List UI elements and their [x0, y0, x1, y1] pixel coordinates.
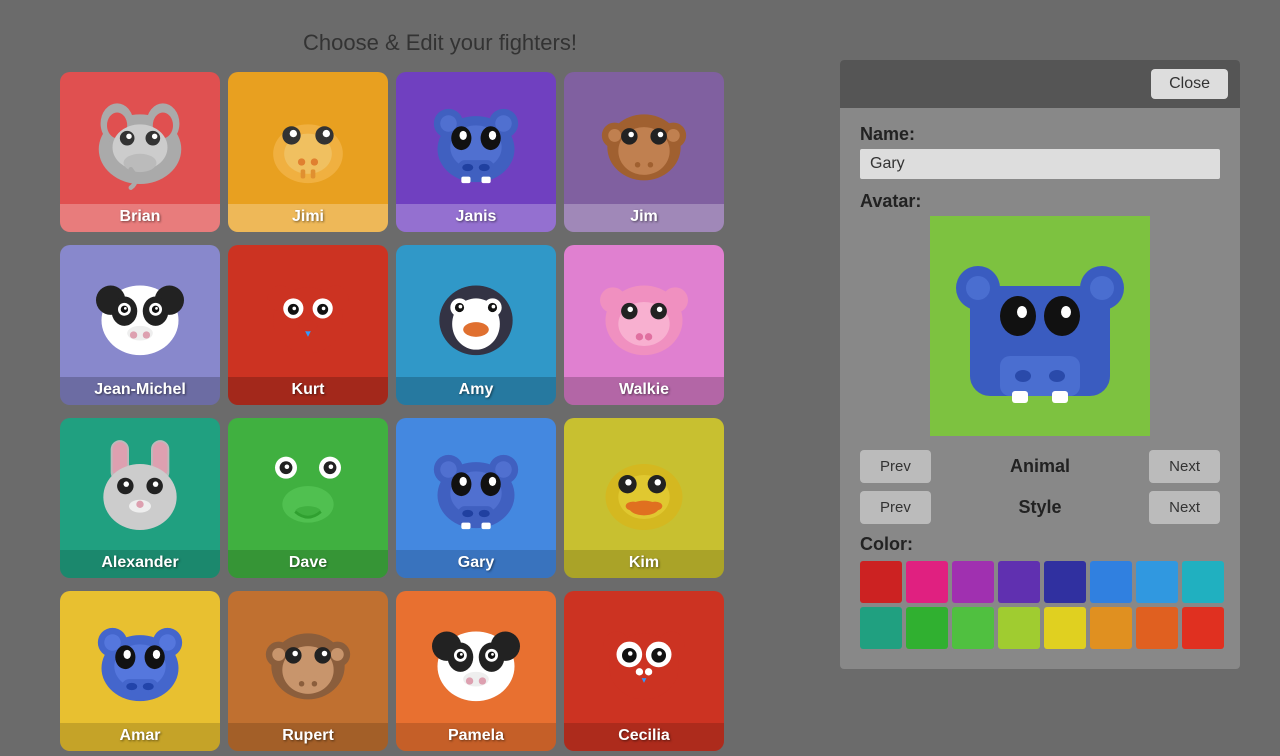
fighter-avatar — [248, 426, 368, 546]
style-nav-label: Style — [931, 497, 1149, 518]
fighter-name: Alexander — [60, 550, 220, 578]
fighter-avatar — [80, 80, 200, 200]
animal-prev-button[interactable]: Prev — [860, 450, 931, 483]
color-swatch-9[interactable] — [906, 607, 948, 649]
fighter-card-amy[interactable]: Amy — [396, 245, 556, 405]
color-swatch-15[interactable] — [1182, 607, 1224, 649]
fighter-card-brian[interactable]: Brian — [60, 72, 220, 232]
fighter-name: Kurt — [228, 377, 388, 405]
fighter-name: Jimi — [228, 204, 388, 232]
fighter-avatar — [584, 253, 704, 373]
page-title: Choose & Edit your fighters! — [60, 20, 820, 64]
fighter-name: Janis — [396, 204, 556, 232]
fighter-card-rupert[interactable]: Rupert — [228, 591, 388, 751]
fighter-avatar — [248, 599, 368, 719]
avatar-display — [930, 216, 1150, 436]
color-swatch-3[interactable] — [998, 561, 1040, 603]
fighter-card-jeanmichel[interactable]: Jean-Michel — [60, 245, 220, 405]
fighter-card-alexander[interactable]: Alexander — [60, 418, 220, 578]
color-label: Color: — [860, 534, 1220, 555]
fighter-avatar — [80, 599, 200, 719]
fighter-name: Jean-Michel — [60, 377, 220, 405]
avatar-label: Avatar: — [860, 191, 1220, 212]
fighter-name: Kim — [564, 550, 724, 578]
fighter-name: Cecilia — [564, 723, 724, 751]
color-swatch-11[interactable] — [998, 607, 1040, 649]
panel-body: Name: Avatar: — [840, 108, 1240, 669]
left-panel: Choose & Edit your fighters! Brian — [60, 20, 780, 756]
fighter-card-kim[interactable]: Kim — [564, 418, 724, 578]
fighter-card-pamela[interactable]: Pamela — [396, 591, 556, 751]
fighter-name: Walkie — [564, 377, 724, 405]
close-button[interactable]: Close — [1151, 69, 1228, 99]
color-swatch-8[interactable] — [860, 607, 902, 649]
color-swatch-12[interactable] — [1044, 607, 1086, 649]
color-swatch-4[interactable] — [1044, 561, 1086, 603]
panel-header: Close — [840, 60, 1240, 108]
color-swatch-6[interactable] — [1136, 561, 1178, 603]
animal-next-button[interactable]: Next — [1149, 450, 1220, 483]
color-swatch-14[interactable] — [1136, 607, 1178, 649]
animal-nav-label: Animal — [931, 456, 1149, 477]
color-swatch-1[interactable] — [906, 561, 948, 603]
style-next-button[interactable]: Next — [1149, 491, 1220, 524]
fighter-card-gary[interactable]: Gary — [396, 418, 556, 578]
fighter-card-cecilia[interactable]: Cecilia — [564, 591, 724, 751]
fighter-avatar — [248, 80, 368, 200]
fighter-name: Dave — [228, 550, 388, 578]
fighter-avatar — [416, 426, 536, 546]
avatar-svg — [940, 226, 1140, 426]
animal-nav-row: Prev Animal Next — [860, 450, 1220, 483]
fighter-card-janis[interactable]: Janis — [396, 72, 556, 232]
name-input[interactable] — [860, 149, 1220, 179]
style-nav-row: Prev Style Next — [860, 491, 1220, 524]
fighter-name: Rupert — [228, 723, 388, 751]
color-swatch-7[interactable] — [1182, 561, 1224, 603]
fighter-avatar — [416, 599, 536, 719]
name-label: Name: — [860, 124, 1220, 145]
fighter-name: Amar — [60, 723, 220, 751]
color-swatch-5[interactable] — [1090, 561, 1132, 603]
fighter-avatar — [584, 80, 704, 200]
fighters-grid: Brian Jimi — [60, 72, 780, 756]
fighter-avatar — [80, 253, 200, 373]
fighter-card-kurt[interactable]: Kurt — [228, 245, 388, 405]
color-swatch-13[interactable] — [1090, 607, 1132, 649]
fighter-name: Jim — [564, 204, 724, 232]
color-swatch-0[interactable] — [860, 561, 902, 603]
color-section: Color: — [860, 534, 1220, 649]
fighter-name: Gary — [396, 550, 556, 578]
style-prev-button[interactable]: Prev — [860, 491, 931, 524]
fighter-avatar — [584, 426, 704, 546]
fighter-avatar — [584, 599, 704, 719]
edit-panel: Close Name: Avatar: — [840, 60, 1240, 669]
fighter-card-amar[interactable]: Amar — [60, 591, 220, 751]
fighter-card-dave[interactable]: Dave — [228, 418, 388, 578]
color-grid — [860, 561, 1220, 649]
fighter-avatar — [416, 80, 536, 200]
fighter-card-jimi[interactable]: Jimi — [228, 72, 388, 232]
fighter-avatar — [416, 253, 536, 373]
fighter-card-walkie[interactable]: Walkie — [564, 245, 724, 405]
color-swatch-10[interactable] — [952, 607, 994, 649]
fighter-name: Brian — [60, 204, 220, 232]
color-swatch-2[interactable] — [952, 561, 994, 603]
fighter-name: Amy — [396, 377, 556, 405]
fighter-card-jim[interactable]: Jim — [564, 72, 724, 232]
fighter-name: Pamela — [396, 723, 556, 751]
fighter-avatar — [80, 426, 200, 546]
fighter-avatar — [248, 253, 368, 373]
